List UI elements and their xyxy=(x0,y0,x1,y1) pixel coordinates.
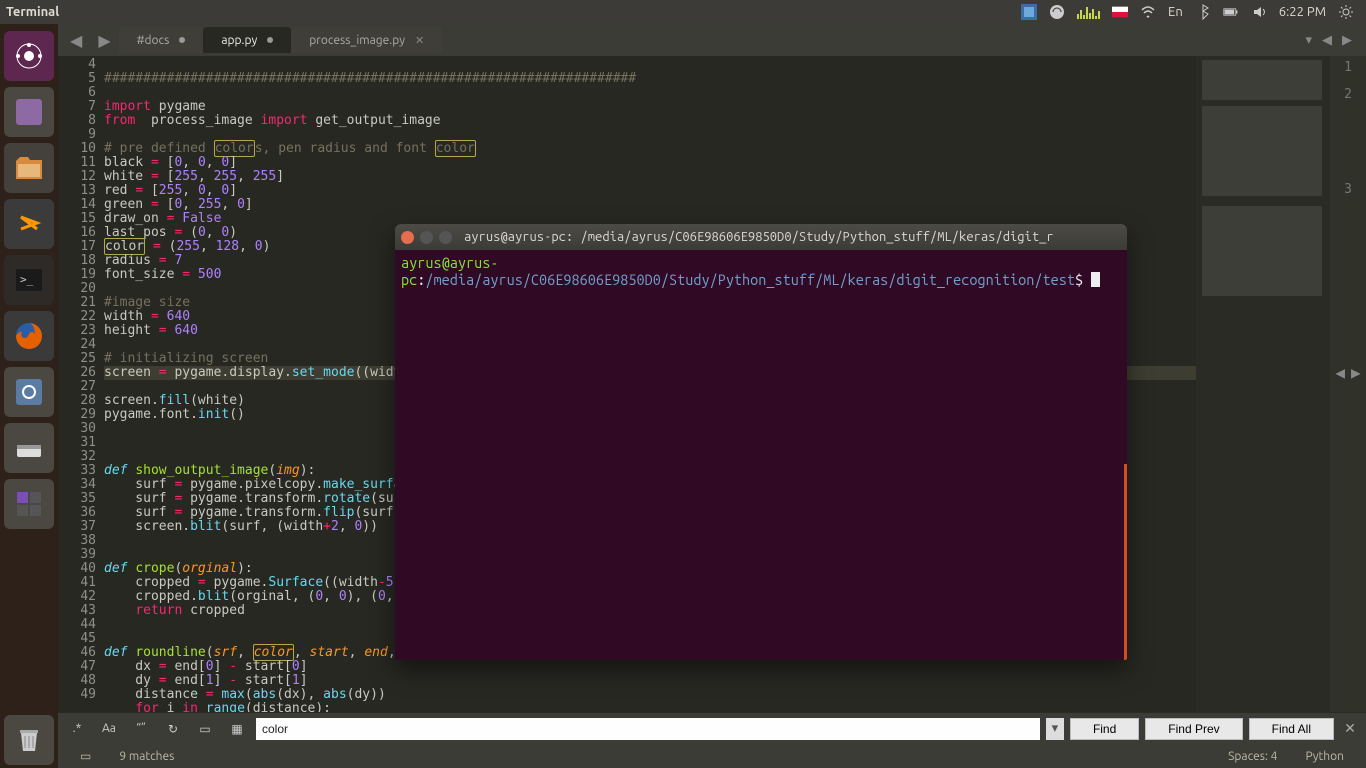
launcher-workspace[interactable] xyxy=(4,479,54,529)
find-highlight-toggle[interactable]: ▦ xyxy=(224,718,250,740)
pane-right-icon[interactable]: ▶ xyxy=(1351,363,1361,382)
tab-docs[interactable]: #docs xyxy=(119,27,204,53)
launcher-app1[interactable] xyxy=(4,87,54,137)
status-matches: 9 matches xyxy=(119,750,174,763)
find-history-dropdown[interactable]: ▾ xyxy=(1046,718,1064,740)
svg-text:>_: >_ xyxy=(20,273,34,286)
terminal-scrollbar[interactable] xyxy=(1124,464,1127,660)
launcher-dash[interactable] xyxy=(4,31,54,81)
find-button[interactable]: Find xyxy=(1070,718,1139,740)
terminal-title: ayrus@ayrus-pc: /media/ayrus/C06E98606E9… xyxy=(464,230,1054,244)
tray-clock[interactable]: 6:22 PM xyxy=(1279,5,1326,19)
find-whole-word-toggle[interactable]: “” xyxy=(128,718,154,740)
status-indent[interactable]: Spaces: 4 xyxy=(1228,750,1277,763)
modified-dot-icon xyxy=(267,37,273,43)
pane-left-icon[interactable]: ◀ xyxy=(1335,363,1345,382)
minimap-markers: 1 2 3 ◀▶ xyxy=(1330,56,1366,712)
tab-nav-back-icon[interactable]: ◀ xyxy=(70,31,82,50)
find-in-selection-toggle[interactable]: ▭ xyxy=(192,718,218,740)
window-minimize-icon[interactable] xyxy=(420,231,433,244)
minimap[interactable]: 1 2 3 ◀▶ xyxy=(1196,56,1366,712)
find-all-button[interactable]: Find All xyxy=(1249,718,1334,740)
tray-icon-app[interactable] xyxy=(1021,4,1037,20)
launcher-trash[interactable] xyxy=(4,715,54,765)
unity-launcher: >_ xyxy=(0,24,58,768)
launcher-terminal[interactable]: >_ xyxy=(4,255,54,305)
tray-cpu-graph[interactable] xyxy=(1077,5,1100,19)
tray-icon-sync[interactable] xyxy=(1049,4,1065,20)
find-prev-button[interactable]: Find Prev xyxy=(1145,718,1242,740)
window-title: Terminal xyxy=(6,5,59,19)
tab-close-icon[interactable]: ✕ xyxy=(415,34,424,47)
tray-gear-icon[interactable] xyxy=(1338,4,1354,20)
terminal-window[interactable]: ayrus@ayrus-pc: /media/ayrus/C06E98606E9… xyxy=(395,224,1127,660)
find-wrap-toggle[interactable]: ↻ xyxy=(160,718,186,740)
window-maximize-icon[interactable] xyxy=(439,231,452,244)
launcher-firefox[interactable] xyxy=(4,311,54,361)
tray-lang-indicator[interactable]: En xyxy=(1168,5,1183,19)
tray-bluetooth-icon[interactable] xyxy=(1195,4,1211,20)
tab-label: app.py xyxy=(221,34,257,47)
find-case-toggle[interactable]: Aa xyxy=(96,718,122,740)
tab-label: process_image.py xyxy=(309,34,405,47)
find-regex-toggle[interactable]: .* xyxy=(64,718,90,740)
tab-app-py[interactable]: app.py xyxy=(203,27,291,53)
terminal-cursor xyxy=(1091,272,1100,287)
tray-wifi-icon[interactable] xyxy=(1140,4,1156,20)
launcher-settings[interactable] xyxy=(4,367,54,417)
tray-volume-icon[interactable] xyxy=(1251,4,1267,20)
tab-label: #docs xyxy=(137,34,170,47)
line-gutter: 4567891011121314151617181920212223242526… xyxy=(58,56,104,712)
system-top-bar: Terminal En 6:22 PM xyxy=(0,0,1366,24)
window-close-icon[interactable] xyxy=(401,231,414,244)
terminal-body[interactable]: ayrus@ayrus-pc:/media/ayrus/C06E98606E98… xyxy=(395,250,1127,660)
pane-nav-right-icon[interactable]: ▶ xyxy=(1342,33,1352,48)
status-bar: ▭ 9 matches Spaces: 4 Python xyxy=(58,744,1366,768)
tab-overflow-icon[interactable]: ▾ xyxy=(1305,33,1312,48)
find-close-icon[interactable]: ✕ xyxy=(1340,720,1360,737)
status-panel-icon[interactable]: ▭ xyxy=(80,749,91,763)
find-input[interactable] xyxy=(256,718,1040,740)
tray-flag-icon[interactable] xyxy=(1112,4,1128,20)
tray-battery-icon[interactable] xyxy=(1223,4,1239,20)
status-lang[interactable]: Python xyxy=(1305,750,1344,763)
tab-nav-forward-icon[interactable]: ▶ xyxy=(98,31,110,50)
terminal-titlebar[interactable]: ayrus@ayrus-pc: /media/ayrus/C06E98606E9… xyxy=(395,224,1127,250)
find-bar: .* Aa “” ↻ ▭ ▦ ▾ Find Find Prev Find All… xyxy=(58,712,1366,744)
launcher-sublime[interactable] xyxy=(4,199,54,249)
tab-process-image[interactable]: process_image.py ✕ xyxy=(291,27,442,53)
launcher-drive[interactable] xyxy=(4,423,54,473)
tab-bar: ◀ ▶ #docs app.py process_image.py ✕ ▾ ◀ ▶ xyxy=(58,24,1366,56)
pane-nav-left-icon[interactable]: ◀ xyxy=(1322,33,1332,48)
launcher-files[interactable] xyxy=(4,143,54,193)
modified-dot-icon xyxy=(179,37,185,43)
